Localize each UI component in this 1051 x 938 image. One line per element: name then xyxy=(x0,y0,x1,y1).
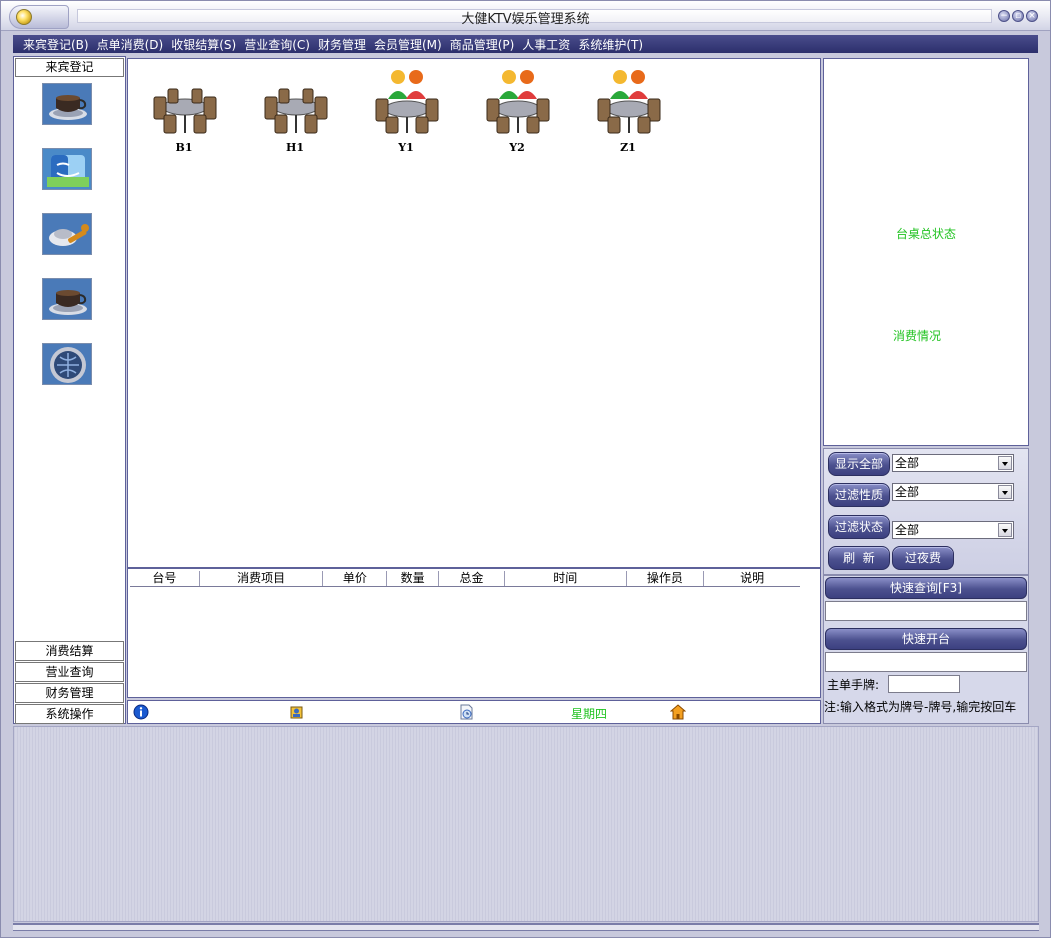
filter-nature-select[interactable]: 全部 xyxy=(892,483,1014,501)
finder-folder-icon[interactable] xyxy=(42,148,92,190)
quick-open-input[interactable] xyxy=(825,652,1027,672)
nav-footer-checkout[interactable]: 消费结算 xyxy=(15,641,124,661)
table-label: H1 xyxy=(285,141,305,154)
filter-status-value: 全部 xyxy=(895,523,920,537)
table-tile-h1[interactable]: H1 xyxy=(255,67,335,157)
clock-document-icon xyxy=(460,704,473,720)
menu-finance[interactable]: 财务管理 xyxy=(318,36,366,53)
nav-header-guest-register[interactable]: 来宾登记 xyxy=(15,58,124,77)
consumption-title: 消费情况 xyxy=(892,329,941,343)
nav-footer-business-query[interactable]: 营业查询 xyxy=(15,662,124,682)
col-total[interactable]: 总金 xyxy=(439,571,505,586)
menu-member[interactable]: 会员管理(M) xyxy=(374,36,442,53)
bottom-frame xyxy=(13,923,1039,931)
col-operator[interactable]: 操作员 xyxy=(627,571,705,586)
table-status-panel: 台桌总状态 消费情况 xyxy=(823,58,1029,446)
menu-bar: 来宾登记(B) 点单消费(D) 收银结算(S) 营业查询(C) 财务管理 会员管… xyxy=(13,35,1038,53)
menu-checkout[interactable]: 收银结算(S) xyxy=(171,36,236,53)
weekday-label: 星期四 xyxy=(571,707,608,721)
nav-footer-system[interactable]: 系统操作 xyxy=(15,704,124,724)
user-card-icon xyxy=(290,706,303,719)
col-item[interactable]: 消费项目 xyxy=(200,571,324,586)
filter-nature-button[interactable]: 过滤性质 xyxy=(828,483,890,507)
quick-actions-panel: 快速查询[F3] 快速开台 主单手牌: 注:输入格式为牌号-牌号,输完按回车 xyxy=(823,575,1029,724)
table-chairs-icon xyxy=(153,88,217,134)
menu-system[interactable]: 系统维护(T) xyxy=(578,36,643,53)
menu-goods[interactable]: 商品管理(P) xyxy=(450,36,515,53)
filter-status-button[interactable]: 过滤状态 xyxy=(828,515,890,539)
input-format-note: 注:输入格式为牌号-牌号,输完按回车 xyxy=(824,700,1017,714)
quick-open-button[interactable]: 快速开台 xyxy=(825,628,1027,650)
refresh-button[interactable]: 刷 新 xyxy=(828,546,890,570)
detail-header: 台号 消费项目 单价 数量 总金 时间 操作员 说明 xyxy=(130,571,800,587)
dropdown-arrow-icon[interactable] xyxy=(998,456,1012,470)
filter-panel: 显示全部 全部 过滤性质 全部 过滤状态 全部 刷 新 过夜费 xyxy=(823,448,1029,575)
status-title: 台桌总状态 xyxy=(895,227,956,241)
consumption-detail-list[interactable]: 台号 消费项目 单价 数量 总金 时间 操作员 说明 xyxy=(127,568,821,698)
occupied-table-icon xyxy=(375,70,439,134)
app-window: 大健KTV娱乐管理系统 − ▫ × 来宾登记(B) 点单消费(D) 收银结算(S… xyxy=(0,0,1051,938)
table-chairs-icon xyxy=(264,88,328,134)
night-fee-button[interactable]: 过夜费 xyxy=(892,546,954,570)
nav-footer-finance[interactable]: 财务管理 xyxy=(15,683,124,703)
restore-icon[interactable]: ▫ xyxy=(1012,10,1024,22)
table-tile-b1[interactable]: B1 xyxy=(144,67,224,157)
globe-button-icon[interactable] xyxy=(42,343,92,385)
title-bar[interactable]: 大健KTV娱乐管理系统 − ▫ × xyxy=(1,1,1050,31)
dropdown-arrow-icon[interactable] xyxy=(998,523,1012,537)
occupied-table-icon xyxy=(597,70,661,134)
status-bar: 星期四 xyxy=(127,700,821,724)
table-tile-y2[interactable]: Y2 xyxy=(477,67,557,157)
hand-card-label: 主单手牌: xyxy=(827,678,880,692)
col-notes[interactable]: 说明 xyxy=(704,571,800,586)
quick-query-input[interactable] xyxy=(825,601,1027,621)
info-icon xyxy=(133,704,149,720)
table-tile-z1[interactable]: Z1 xyxy=(588,67,668,157)
table-label: B1 xyxy=(175,141,193,154)
col-table-no[interactable]: 台号 xyxy=(130,571,200,586)
coffee-cup-icon[interactable] xyxy=(42,83,92,125)
coffee-cup-icon[interactable] xyxy=(42,278,92,320)
menu-payroll[interactable]: 人事工资 xyxy=(522,36,570,53)
show-all-value: 全部 xyxy=(895,456,920,470)
show-all-select[interactable]: 全部 xyxy=(892,454,1014,472)
minimize-icon[interactable]: − xyxy=(998,10,1010,22)
filter-nature-value: 全部 xyxy=(895,485,920,499)
table-tile-y1[interactable]: Y1 xyxy=(366,67,446,157)
col-price[interactable]: 单价 xyxy=(323,571,388,586)
table-label: Y1 xyxy=(398,141,414,154)
show-all-button[interactable]: 显示全部 xyxy=(828,452,890,476)
filter-status-select[interactable]: 全部 xyxy=(892,521,1014,539)
table-label: Y2 xyxy=(509,141,525,154)
dropdown-arrow-icon[interactable] xyxy=(998,485,1012,499)
quick-query-button[interactable]: 快速查询[F3] xyxy=(825,577,1027,599)
tools-icon[interactable] xyxy=(42,213,92,255)
menu-business-query[interactable]: 营业查询(C) xyxy=(244,36,310,53)
table-label: Z1 xyxy=(620,141,636,154)
col-quantity[interactable]: 数量 xyxy=(387,571,440,586)
hand-card-input[interactable] xyxy=(888,675,960,693)
left-nav: 来宾登记 消费结算 营业查询 财务管理 系统操作 xyxy=(13,56,126,724)
table-grid: B1 H1 Y1 Y2 Z1 xyxy=(127,58,821,568)
close-icon[interactable]: × xyxy=(1026,10,1038,22)
menu-order[interactable]: 点单消费(D) xyxy=(97,36,164,53)
window-controls: − ▫ × xyxy=(998,10,1038,22)
col-time[interactable]: 时间 xyxy=(505,571,627,586)
home-icon xyxy=(670,704,686,720)
occupied-table-icon xyxy=(486,70,550,134)
window-title: 大健KTV娱乐管理系统 xyxy=(461,12,590,27)
empty-workspace xyxy=(13,726,1039,922)
menu-guest-register[interactable]: 来宾登记(B) xyxy=(23,36,89,53)
